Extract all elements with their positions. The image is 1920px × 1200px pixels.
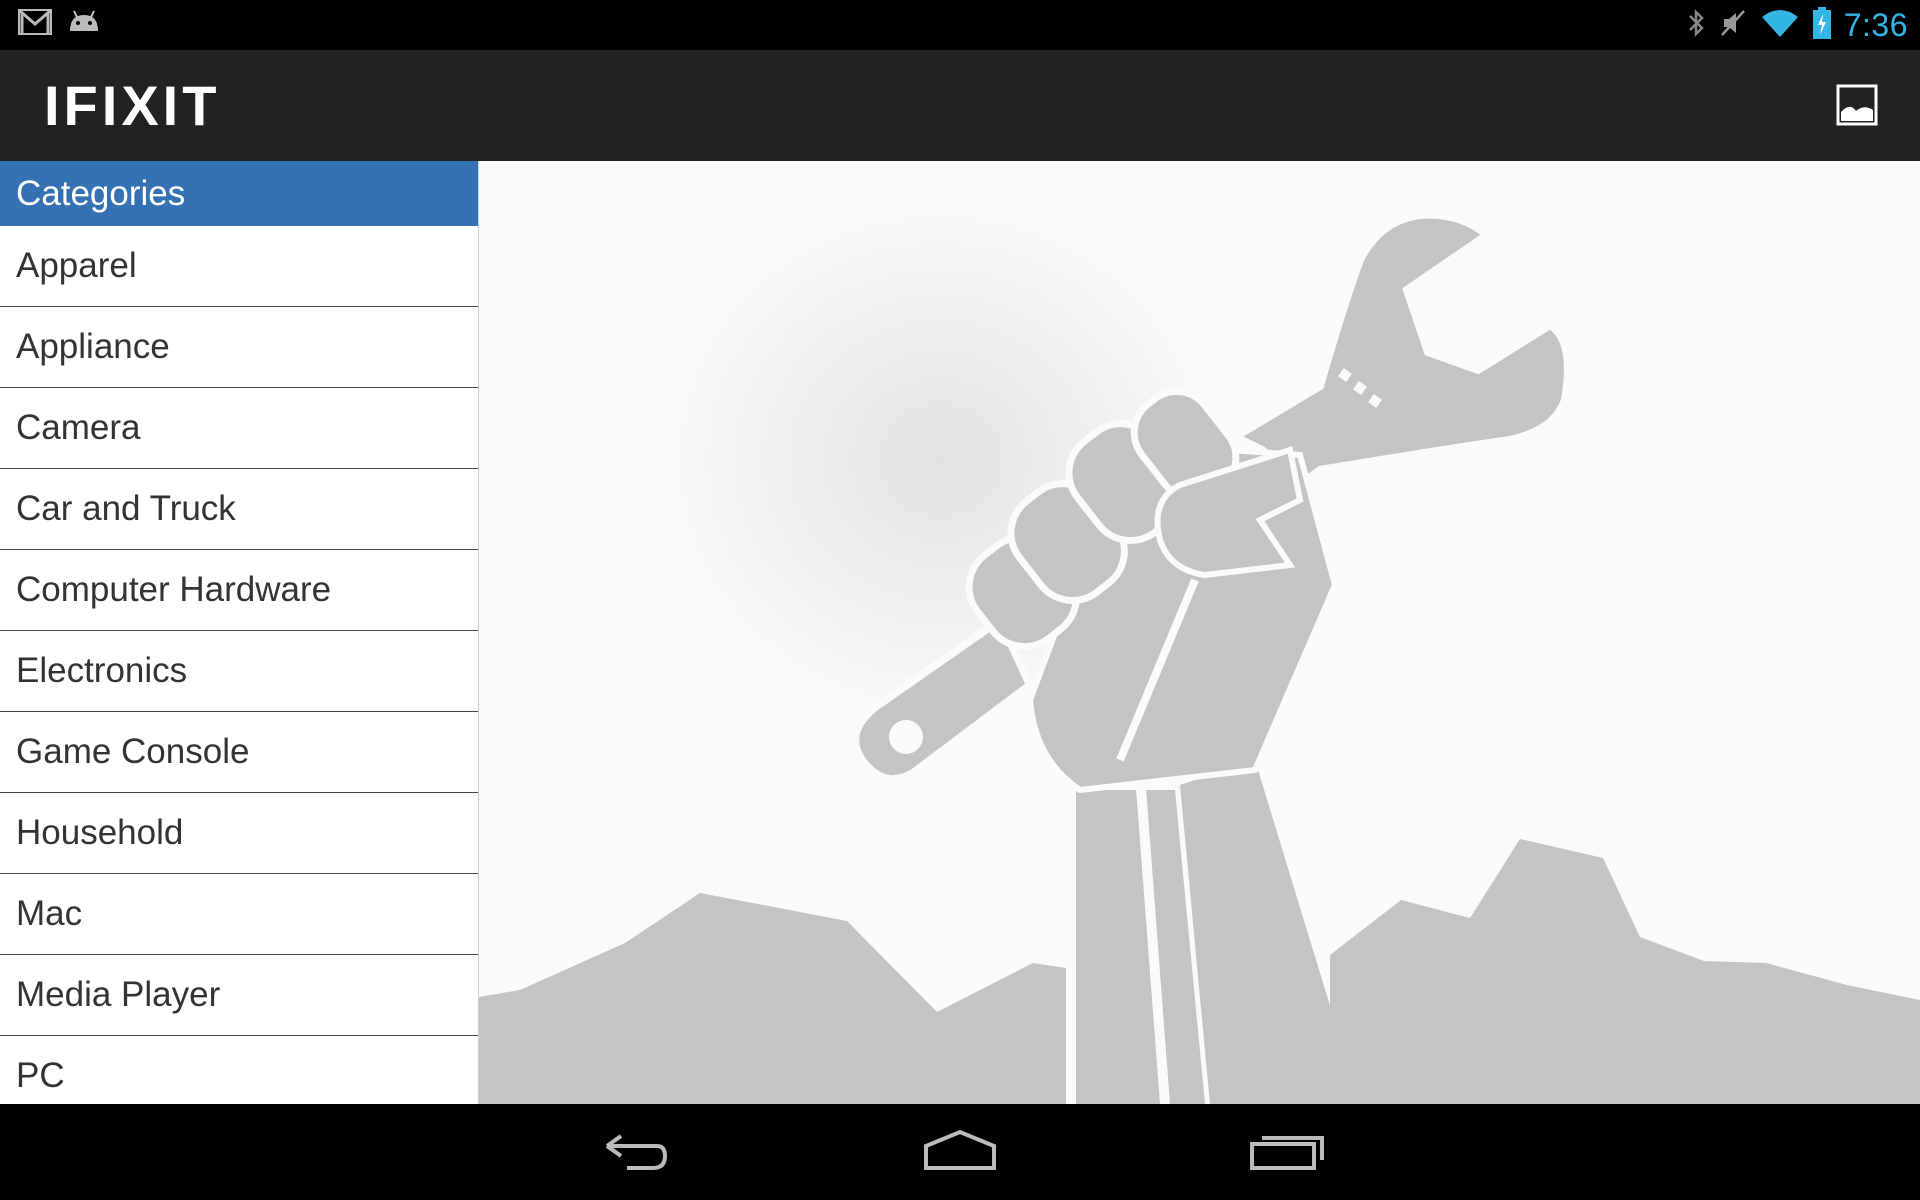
- tablet-screen: 7:36 IFIXIT Categories Apparel Appliance…: [0, 0, 1920, 1200]
- android-notification-icon: [66, 9, 102, 39]
- main-content: [479, 161, 1920, 1104]
- mute-icon: [1718, 7, 1748, 43]
- category-item-appliance[interactable]: Appliance: [0, 307, 478, 388]
- recents-button[interactable]: [1248, 1126, 1328, 1178]
- system-status-icons: 7:36: [1686, 4, 1908, 46]
- category-item-electronics[interactable]: Electronics: [0, 631, 478, 712]
- category-item-game-console[interactable]: Game Console: [0, 712, 478, 793]
- back-button[interactable]: [595, 1126, 675, 1178]
- home-icon: [920, 1129, 1000, 1182]
- category-item-camera[interactable]: Camera: [0, 388, 478, 469]
- ifixit-logo[interactable]: IFIXIT: [44, 78, 220, 134]
- navigation-bar: [0, 1104, 1920, 1200]
- fist-holding-wrench-icon: [479, 161, 1920, 1104]
- gmail-icon: [18, 9, 52, 39]
- category-item-computer-hardware[interactable]: Computer Hardware: [0, 550, 478, 631]
- battery-charging-icon: [1812, 6, 1832, 44]
- category-item-mac[interactable]: Mac: [0, 874, 478, 955]
- bluetooth-icon: [1686, 7, 1706, 43]
- category-item-apparel[interactable]: Apparel: [0, 226, 478, 307]
- status-bar: 7:36: [0, 0, 1920, 50]
- category-item-car-and-truck[interactable]: Car and Truck: [0, 469, 478, 550]
- category-item-media-player[interactable]: Media Player: [0, 955, 478, 1036]
- notification-icons: [18, 9, 102, 39]
- category-list: Apparel Appliance Camera Car and Truck C…: [0, 226, 478, 1104]
- category-item-household[interactable]: Household: [0, 793, 478, 874]
- categories-sidebar: Categories Apparel Appliance Camera Car …: [0, 161, 479, 1104]
- back-icon: [595, 1134, 675, 1182]
- gallery-button[interactable]: [1836, 84, 1878, 126]
- wifi-icon: [1760, 7, 1800, 43]
- recents-icon: [1248, 1136, 1328, 1182]
- gallery-icon: [1836, 84, 1878, 130]
- status-time: 7:36: [1843, 6, 1908, 43]
- categories-header: Categories: [0, 161, 478, 226]
- category-item-pc[interactable]: PC: [0, 1036, 478, 1104]
- action-bar: IFIXIT: [0, 50, 1920, 161]
- home-button[interactable]: [920, 1126, 1000, 1178]
